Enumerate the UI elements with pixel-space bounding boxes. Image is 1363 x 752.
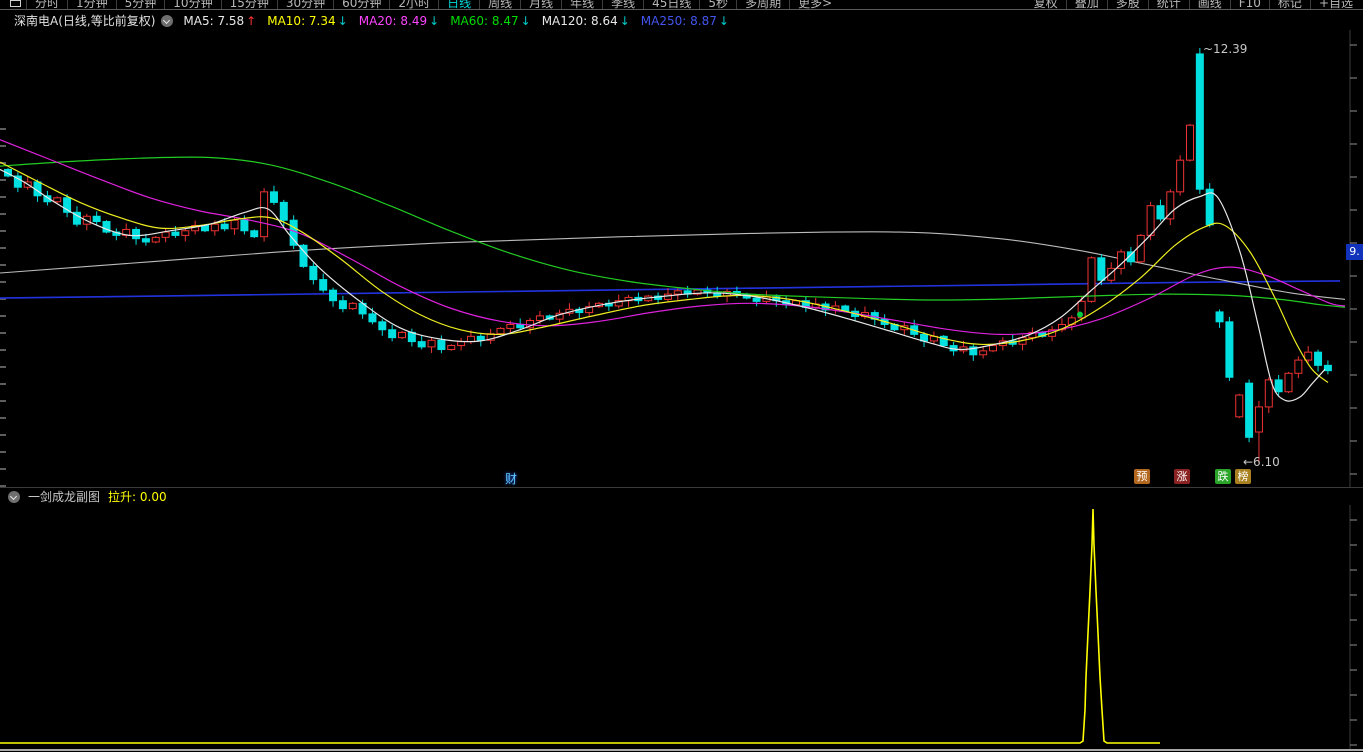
tool-menu-item-7[interactable]: 标记	[1270, 0, 1310, 10]
chevron-down-icon[interactable]	[8, 491, 20, 503]
chevron-down-icon[interactable]	[161, 15, 173, 27]
tool-menu-item-3[interactable]: 多股	[1108, 0, 1148, 10]
period-menu-item-17[interactable]: 更多>	[790, 0, 840, 10]
period-menu-item-10[interactable]: 周线	[480, 0, 520, 10]
period-menu-item-3[interactable]: 5分钟	[117, 0, 165, 10]
tool-menu-item-5[interactable]: 画线	[1190, 0, 1230, 10]
period-menu-item-14[interactable]: 45日线	[644, 0, 699, 10]
period-menu-item-4[interactable]: 10分钟	[165, 0, 220, 10]
ma-readout-list: MA5: 7.58↑ MA10: 7.34↓ MA20: 8.49↓ MA60: 8.…	[183, 14, 729, 28]
sub-indicator-value: 拉升: 0.00	[108, 488, 167, 505]
period-menu-item-7[interactable]: 60分钟	[334, 0, 389, 10]
period-menu-bar: 分时1分钟5分钟10分钟15分钟30分钟60分钟2小时日线周线月线年线季线45日…	[0, 0, 1363, 10]
period-menu-item-16[interactable]: 多周期	[737, 0, 789, 10]
sub-indicator-title[interactable]: 一剑成龙副图	[28, 488, 100, 505]
tool-menu-item-4[interactable]: 统计	[1149, 0, 1189, 10]
period-menu-item-2[interactable]: 1分钟	[68, 0, 116, 10]
trading-app-window: 分时1分钟5分钟10分钟15分钟30分钟60分钟2小时日线周线月线年线季线45日…	[0, 0, 1363, 752]
period-menu-item-5[interactable]: 15分钟	[222, 0, 277, 10]
period-menu-item-12[interactable]: 年线	[562, 0, 602, 10]
main-candlestick-chart[interactable]	[0, 30, 1363, 487]
stock-info-bar: 深南电A(日线,等比前复权) MA5: 7.58↑ MA10: 7.34↓ MA20…	[0, 11, 1363, 30]
ranking-badge-1[interactable]: 预	[1134, 469, 1150, 484]
sub-indicator-header: 一剑成龙副图 拉升: 0.00	[0, 488, 1363, 505]
ma-value-6: MA250: 8.87↓	[641, 14, 729, 28]
window-icon[interactable]	[10, 0, 21, 7]
low-price-marker: ←6.10	[1243, 455, 1280, 469]
period-menu-item-9[interactable]: 日线	[439, 0, 479, 10]
tool-menu-item-2[interactable]: 叠加	[1067, 0, 1107, 10]
stock-title: 深南电A(日线,等比前复权)	[14, 12, 155, 29]
sub-indicator-chart[interactable]	[0, 505, 1363, 749]
axis-price-badge: 9.	[1346, 244, 1363, 260]
period-menu-item-8[interactable]: 2小时	[390, 0, 438, 10]
tool-menu-item-8[interactable]: +自选	[1311, 0, 1361, 10]
high-price-marker: ~12.39	[1203, 42, 1247, 56]
ma-value-2: MA10: 7.34↓	[267, 14, 347, 28]
ma-value-5: MA120: 8.64↓	[542, 14, 630, 28]
ma-value-3: MA20: 8.49↓	[359, 14, 439, 28]
ranking-badge-4[interactable]: 榜	[1235, 469, 1251, 484]
period-menu-item-11[interactable]: 月线	[521, 0, 561, 10]
window-bottom-border	[0, 749, 1363, 751]
period-menu-item-1[interactable]: 分时	[27, 0, 67, 10]
period-menu-item-15[interactable]: 5秒	[700, 0, 736, 10]
tool-menu-item-6[interactable]: F10	[1231, 0, 1269, 10]
period-menu-left: 分时1分钟5分钟10分钟15分钟30分钟60分钟2小时日线周线月线年线季线45日…	[4, 0, 840, 10]
ma-value-1: MA5: 7.58↑	[183, 14, 256, 28]
ma-value-4: MA60: 8.47↓	[450, 14, 530, 28]
tools-menu-right: 复权叠加多股统计画线F10标记+自选	[1026, 0, 1361, 10]
ranking-badge-3[interactable]: 跌	[1215, 469, 1231, 484]
tool-menu-item-1[interactable]: 复权	[1026, 0, 1066, 10]
period-menu-item-6[interactable]: 30分钟	[278, 0, 333, 10]
ranking-badge-2[interactable]: 涨	[1174, 469, 1190, 484]
period-menu-item-13[interactable]: 季线	[603, 0, 643, 10]
financial-report-marker[interactable]: 财	[505, 470, 517, 487]
